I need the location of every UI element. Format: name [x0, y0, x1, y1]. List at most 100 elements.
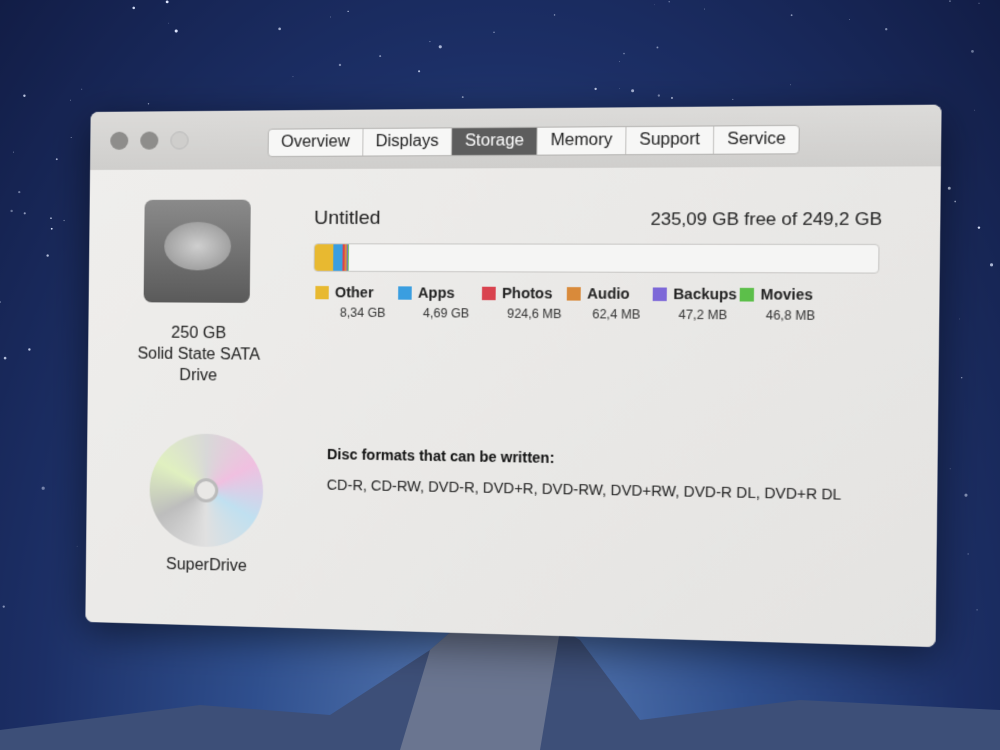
- star: [148, 103, 149, 104]
- legend-size: 924,6 MB: [482, 306, 567, 321]
- tab-support[interactable]: Support: [626, 126, 714, 154]
- optical-disc-icon: [149, 433, 264, 548]
- star: [77, 546, 78, 547]
- tab-storage[interactable]: Storage: [452, 128, 538, 155]
- star: [0, 301, 1, 303]
- legend-name: Movies: [760, 286, 812, 303]
- legend-item: Movies 46,8 MB: [739, 286, 827, 323]
- star: [961, 377, 962, 378]
- star: [3, 606, 5, 608]
- free-space: 235,09 GB free of 249,2 GB: [650, 209, 882, 230]
- legend-size: 47,2 MB: [652, 307, 739, 322]
- legend-swatch: [398, 286, 412, 299]
- legend-item: Audio 62,4 MB: [567, 285, 653, 322]
- storage-usage-bar: [314, 243, 880, 273]
- star: [979, 3, 980, 4]
- star: [950, 468, 951, 469]
- star: [954, 201, 956, 203]
- legend-name: Apps: [418, 284, 455, 301]
- legend-name: Other: [335, 284, 374, 301]
- legend-size: 8,34 GB: [315, 305, 398, 320]
- legend-size: 4,69 GB: [398, 306, 482, 321]
- tab-overview[interactable]: Overview: [269, 129, 364, 156]
- star: [81, 89, 82, 90]
- star: [849, 19, 850, 20]
- star: [791, 14, 793, 16]
- star: [46, 254, 48, 256]
- legend-item: Other 8,34 GB: [315, 284, 398, 320]
- star: [439, 45, 442, 48]
- storage-legend: Other 8,34 GB Apps 4,69 GB Photos 924,6 MB Aud…: [315, 284, 828, 323]
- star: [658, 94, 660, 96]
- star: [330, 17, 331, 18]
- star: [51, 228, 53, 230]
- tab-memory[interactable]: Memory: [538, 127, 627, 155]
- star: [50, 217, 52, 219]
- minimize-button[interactable]: [140, 131, 158, 149]
- usage-segment-movies: [348, 244, 350, 271]
- star: [656, 47, 658, 49]
- star: [704, 9, 705, 10]
- star: [132, 7, 135, 10]
- title-bar: Overview Displays Storage Memory Support…: [90, 105, 942, 171]
- drive-capacity: 250 GB: [118, 322, 280, 344]
- star: [654, 4, 655, 5]
- legend-item: Apps 4,69 GB: [398, 284, 482, 320]
- star: [619, 88, 620, 89]
- star: [462, 96, 464, 98]
- tab-displays[interactable]: Displays: [363, 128, 452, 155]
- star: [669, 1, 670, 2]
- hard-drive-icon: [144, 200, 251, 303]
- tab-service[interactable]: Service: [714, 126, 799, 154]
- star: [71, 137, 72, 138]
- star: [974, 110, 975, 111]
- star: [168, 23, 169, 24]
- tab-bar: Overview Displays Storage Memory Support…: [268, 125, 801, 157]
- star: [978, 226, 980, 228]
- legend-item: Backups 47,2 MB: [652, 285, 739, 322]
- legend-name: Backups: [673, 285, 737, 302]
- star: [379, 55, 381, 57]
- legend-item: Photos 924,6 MB: [482, 285, 567, 322]
- drive-type-line2: Drive: [118, 364, 280, 387]
- star: [948, 187, 951, 190]
- legend-swatch: [315, 285, 329, 298]
- star: [166, 0, 169, 3]
- star: [293, 76, 294, 77]
- usage-segment-apps: [333, 244, 343, 271]
- superdrive-label: SuperDrive: [126, 553, 288, 578]
- drive-type: Solid State SATA: [118, 343, 280, 366]
- star: [732, 99, 733, 100]
- close-button[interactable]: [110, 132, 128, 150]
- star: [63, 220, 64, 221]
- star: [4, 357, 7, 360]
- star: [418, 70, 420, 72]
- star: [790, 84, 791, 85]
- star: [631, 89, 634, 92]
- legend-name: Photos: [502, 285, 553, 302]
- star: [430, 41, 431, 42]
- star: [554, 14, 555, 15]
- legend-swatch: [567, 287, 581, 301]
- legend-swatch: [653, 287, 667, 301]
- star: [175, 30, 178, 33]
- star: [278, 28, 281, 31]
- volume-name: Untitled: [314, 208, 381, 230]
- legend-size: 46,8 MB: [739, 308, 827, 323]
- star: [949, 0, 950, 1]
- star: [623, 53, 625, 55]
- star: [885, 28, 887, 30]
- star: [13, 152, 14, 153]
- disc-formats-heading: Disc formats that can be written:: [327, 446, 555, 466]
- star: [56, 158, 58, 160]
- star: [42, 487, 45, 490]
- star: [70, 100, 71, 101]
- drive-label: 250 GB Solid State SATA Drive: [118, 322, 280, 387]
- zoom-button[interactable]: [170, 131, 188, 149]
- star: [347, 11, 348, 12]
- legend-swatch: [740, 287, 754, 301]
- disc-formats-list: CD-R, CD-RW, DVD-R, DVD+R, DVD-RW, DVD+R…: [327, 476, 842, 502]
- legend-swatch: [482, 286, 496, 299]
- star: [619, 61, 620, 62]
- storage-pane: 250 GB Solid State SATA Drive SuperDrive…: [85, 166, 941, 647]
